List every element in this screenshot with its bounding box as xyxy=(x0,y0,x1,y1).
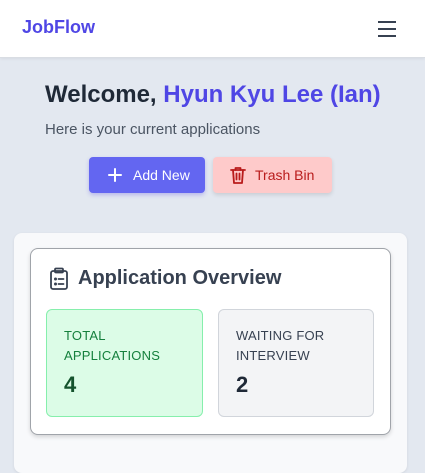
plus-icon xyxy=(108,168,122,182)
trash-bin-label: Trash Bin xyxy=(255,167,315,183)
add-new-label: Add New xyxy=(133,167,190,183)
stat-value: 4 xyxy=(64,372,77,397)
brand-logo[interactable]: JobFlow xyxy=(22,17,95,38)
stat-label: Waiting for Interview xyxy=(236,328,325,363)
add-new-button[interactable]: Add New xyxy=(89,157,205,193)
overview-title: Application Overview xyxy=(78,267,282,289)
welcome-subtitle: Here is your current applications xyxy=(45,121,261,138)
navbar: JobFlow xyxy=(0,0,425,58)
welcome-prefix: Welcome, xyxy=(45,81,164,108)
trash-bin-button[interactable]: Trash Bin xyxy=(213,157,332,193)
stat-label: Total Applications xyxy=(64,328,161,363)
stat-value: 2 xyxy=(236,372,249,397)
trash-icon xyxy=(230,167,246,184)
user-name: Hyun Kyu Lee (Ian) xyxy=(163,81,381,108)
waiting-for-interview-stat: Waiting for Interview 2 xyxy=(218,309,374,417)
total-applications-stat: Total Applications 4 xyxy=(46,309,203,417)
hamburger-menu-icon[interactable] xyxy=(375,18,399,40)
clipboard-list-icon xyxy=(50,267,68,290)
welcome-heading: Welcome, Hyun Kyu Lee (Ian) xyxy=(45,81,415,109)
